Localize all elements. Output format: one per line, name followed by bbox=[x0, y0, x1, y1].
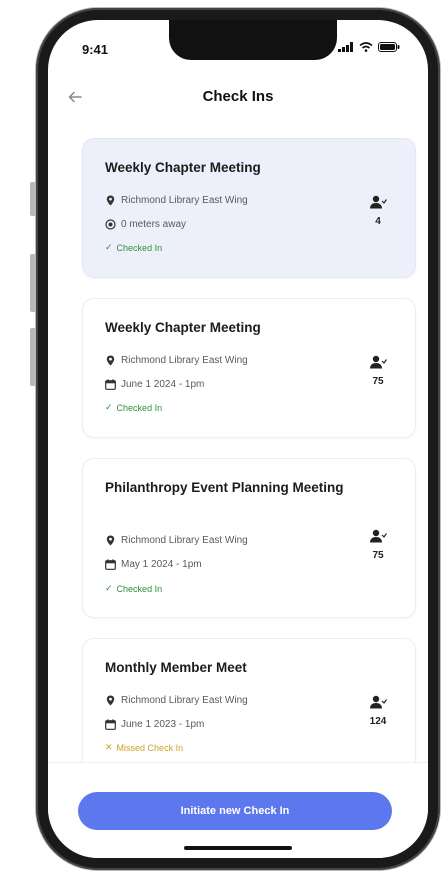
location-text: Richmond Library East Wing bbox=[121, 535, 248, 546]
card-title: Monthly Member Meet bbox=[105, 660, 247, 675]
attendee-number: 75 bbox=[372, 550, 384, 561]
detail-row: June 1 2024 - 1pm bbox=[105, 379, 204, 390]
attendee-count: 75 bbox=[363, 355, 393, 387]
attendee-number: 75 bbox=[372, 376, 384, 387]
detail-text: June 1 2023 - 1pm bbox=[121, 719, 205, 730]
card-title: Weekly Chapter Meeting bbox=[105, 320, 261, 335]
location-text: Richmond Library East Wing bbox=[121, 195, 248, 206]
attendee-count: 75 bbox=[363, 529, 393, 561]
location-row: Richmond Library East Wing bbox=[105, 355, 248, 366]
phone-screen: 9:41 Check Ins Weekly Chapter Meeting Ri… bbox=[48, 20, 428, 858]
attendee-icon bbox=[370, 529, 387, 543]
initiate-check-in-button[interactable]: Initiate new Check In bbox=[78, 792, 392, 830]
attendee-icon bbox=[370, 355, 387, 369]
page-title: Check Ins bbox=[202, 88, 274, 105]
detail-row: June 1 2023 - 1pm bbox=[105, 719, 204, 730]
card-title: Philanthropy Event Planning Meeting bbox=[105, 480, 344, 495]
check-icon: ✓ bbox=[105, 583, 113, 593]
status-badge: ✓ Checked In bbox=[105, 583, 162, 594]
detail-row: 0 meters away bbox=[105, 219, 186, 230]
location-text: Richmond Library East Wing bbox=[121, 695, 248, 706]
detail-text: 0 meters away bbox=[121, 219, 187, 230]
detail-text: May 1 2024 - 1pm bbox=[121, 559, 202, 570]
check-in-card[interactable]: Weekly Chapter Meeting Richmond Library … bbox=[82, 298, 416, 438]
attendee-icon bbox=[370, 695, 387, 709]
location-pin-icon bbox=[105, 195, 116, 206]
status-text: Checked In bbox=[116, 402, 163, 413]
status-time: 9:41 bbox=[82, 42, 109, 57]
page: 9:41 Check Ins Weekly Chapter Meeting Ri… bbox=[0, 0, 446, 876]
location-row: Richmond Library East Wing bbox=[105, 535, 248, 546]
check-in-card[interactable]: Philanthropy Event Planning Meeting Rich… bbox=[82, 458, 416, 618]
notch bbox=[169, 20, 337, 60]
location-target-icon bbox=[105, 219, 116, 230]
x-icon: ✕ bbox=[105, 742, 113, 752]
home-indicator[interactable] bbox=[184, 846, 292, 850]
status-text: Checked In bbox=[116, 242, 163, 253]
location-row: Richmond Library East Wing bbox=[105, 195, 248, 206]
check-in-card[interactable]: Weekly Chapter Meeting Richmond Library … bbox=[82, 138, 416, 278]
wifi-icon bbox=[359, 42, 373, 52]
status-text: Missed Check In bbox=[116, 742, 184, 753]
attendee-number: 4 bbox=[375, 216, 381, 227]
check-icon: ✓ bbox=[105, 402, 113, 412]
header: Check Ins bbox=[48, 78, 428, 118]
calendar-icon bbox=[105, 559, 116, 570]
status-badge: ✓ Checked In bbox=[105, 402, 162, 413]
attendee-count: 4 bbox=[363, 195, 393, 227]
signal-icon bbox=[338, 42, 353, 52]
battery-icon bbox=[378, 42, 400, 52]
detail-row: May 1 2024 - 1pm bbox=[105, 559, 202, 570]
location-pin-icon bbox=[105, 355, 116, 366]
attendee-icon bbox=[370, 195, 387, 209]
card-title: Weekly Chapter Meeting bbox=[105, 160, 261, 175]
detail-text: June 1 2024 - 1pm bbox=[121, 379, 205, 390]
attendee-count: 124 bbox=[363, 695, 393, 727]
status-icons bbox=[338, 42, 400, 52]
status-badge: ✓ Checked In bbox=[105, 242, 162, 253]
check-icon: ✓ bbox=[105, 242, 113, 252]
calendar-icon bbox=[105, 719, 116, 730]
location-row: Richmond Library East Wing bbox=[105, 695, 248, 706]
status-badge: ✕ Missed Check In bbox=[105, 742, 183, 753]
location-pin-icon bbox=[105, 695, 116, 706]
status-text: Checked In bbox=[116, 583, 163, 594]
location-pin-icon bbox=[105, 535, 116, 546]
attendee-number: 124 bbox=[369, 716, 387, 727]
location-text: Richmond Library East Wing bbox=[121, 355, 248, 366]
calendar-icon bbox=[105, 379, 116, 390]
